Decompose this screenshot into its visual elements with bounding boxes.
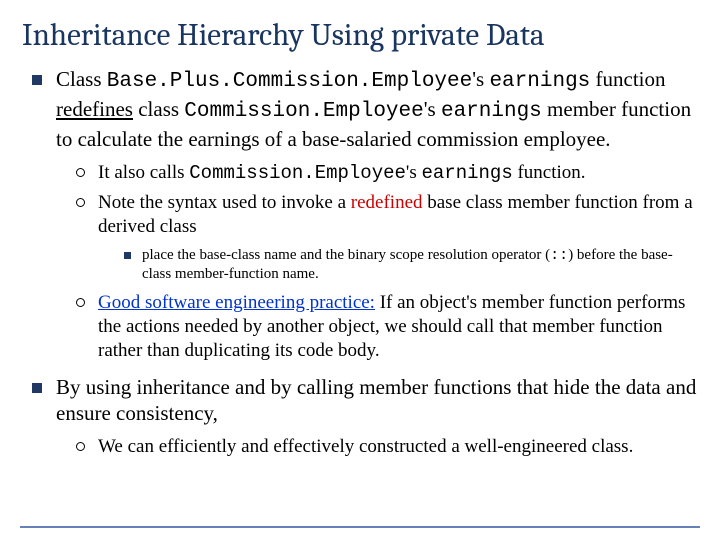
bullet-2: By using inheritance and by calling memb…: [28, 374, 698, 460]
bullet-1-1: It also calls Commission.Employee's earn…: [72, 161, 698, 185]
text: place the base-class name and the binary…: [142, 247, 550, 263]
bullet-list-level1: Class Base.Plus.Commission.Employee's ea…: [22, 66, 698, 460]
text: class: [133, 97, 184, 121]
bullet-2-1: We can efficiently and effectively const…: [72, 435, 698, 459]
text: We can efficiently and effectively const…: [98, 436, 633, 457]
text: Note the syntax used to invoke a: [98, 192, 351, 213]
text: By using inheritance and by calling memb…: [56, 375, 696, 426]
code: Base.Plus.Commission.Employee: [107, 70, 472, 93]
bullet-list-level2: We can efficiently and effectively const…: [56, 435, 698, 459]
bullet-1-2-1: place the base-class name and the binary…: [120, 246, 698, 285]
text: 's: [472, 67, 489, 91]
bullet-1: Class Base.Plus.Commission.Employee's ea…: [28, 66, 698, 364]
text: function.: [513, 162, 586, 183]
bullet-1-2: Note the syntax used to invoke a redefin…: [72, 191, 698, 285]
code: earnings: [441, 100, 542, 123]
bullet-list-level3: place the base-class name and the binary…: [98, 246, 698, 285]
good-practice-label: Good software engineering practice:: [98, 292, 375, 313]
code: ::: [550, 247, 568, 264]
slide-title: Inheritance Hierarchy Using private Data: [22, 18, 698, 52]
code: earnings: [489, 70, 590, 93]
text: 's: [406, 162, 422, 183]
text: Class: [56, 67, 107, 91]
footer-divider: [20, 526, 700, 528]
underlined-text: redefines: [56, 97, 133, 121]
text: It also calls: [98, 162, 189, 183]
code: earnings: [422, 162, 513, 184]
bullet-1-3: Good software engineering practice: If a…: [72, 291, 698, 364]
code: Commission.Employee: [184, 100, 423, 123]
text: 's: [424, 97, 441, 121]
slide: Inheritance Hierarchy Using private Data…: [0, 0, 720, 540]
red-text: redefined: [351, 192, 423, 213]
code: Commission.Employee: [189, 162, 406, 184]
text: function: [590, 67, 665, 91]
bullet-list-level2: It also calls Commission.Employee's earn…: [56, 161, 698, 364]
